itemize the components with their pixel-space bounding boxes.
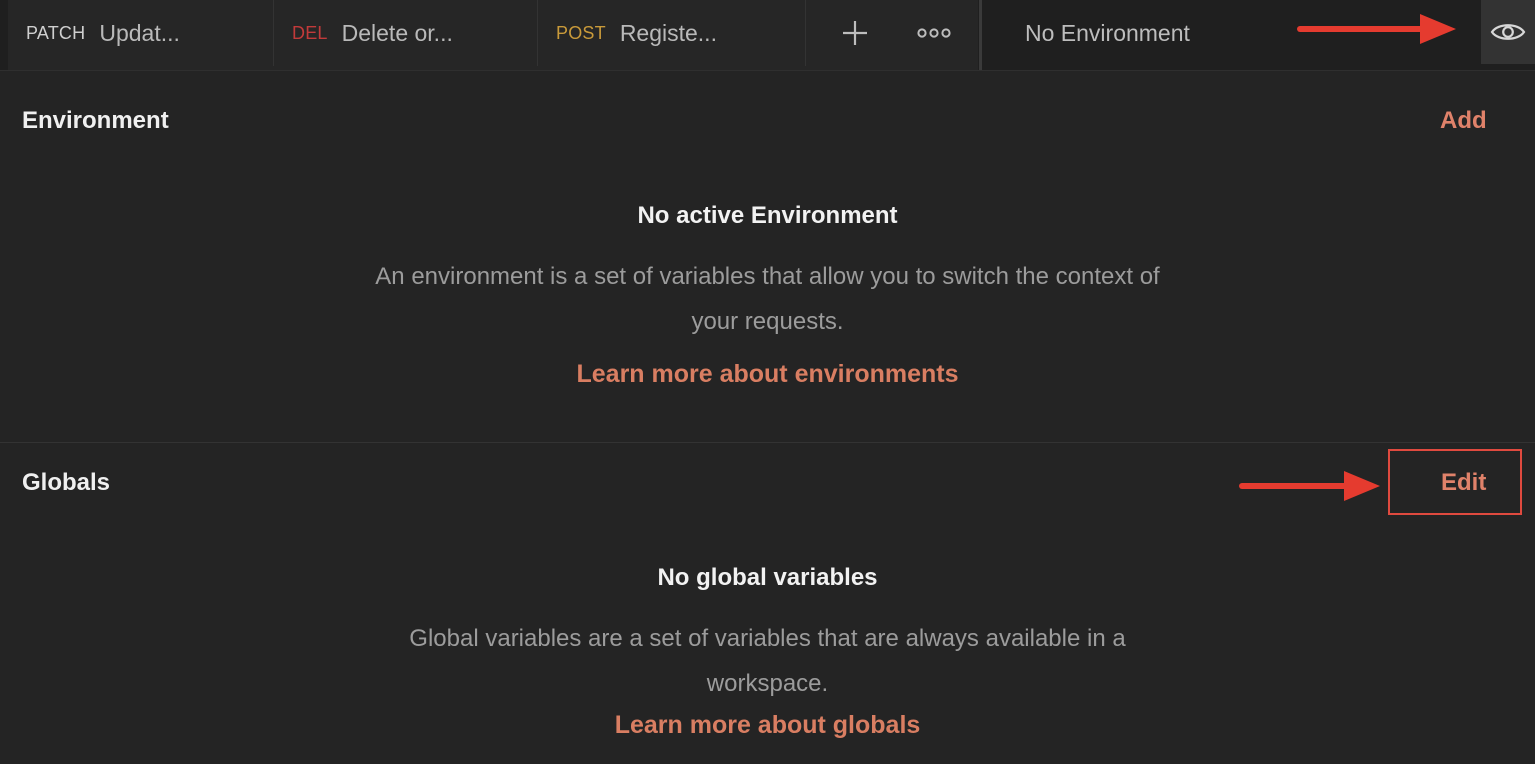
learn-more-globals-link[interactable]: Learn more about globals xyxy=(615,711,921,739)
environment-quick-look-button[interactable] xyxy=(1481,0,1535,64)
no-globals-title: No global variables xyxy=(657,564,878,591)
section-divider xyxy=(0,442,1535,443)
add-environment-button[interactable]: Add xyxy=(1440,107,1487,135)
globals-empty-description: Global variables are a set of variables … xyxy=(409,625,1126,697)
plus-icon xyxy=(843,21,867,45)
learn-more-environments-wrap: Learn more about environments xyxy=(0,360,1535,389)
method-badge: PATCH xyxy=(26,22,86,43)
tab-title: Updat... xyxy=(99,19,180,46)
method-badge: DEL xyxy=(292,22,328,43)
environment-quick-look-panel: PATCH Updat... DEL Delete or... POST Reg… xyxy=(0,0,1535,764)
toolbar-divider xyxy=(979,0,982,70)
environment-empty-description-wrap: An environment is a set of variables tha… xyxy=(0,254,1535,344)
no-environment-title: No active Environment xyxy=(637,202,898,229)
edit-globals-button[interactable]: Edit xyxy=(1441,469,1486,497)
request-tab-delete[interactable]: DEL Delete or... xyxy=(274,0,538,66)
globals-heading: Globals xyxy=(22,469,111,496)
new-tab-button[interactable] xyxy=(830,10,880,56)
more-tabs-button[interactable] xyxy=(904,10,964,56)
tab-title: Registe... xyxy=(619,19,717,46)
ellipsis-icon xyxy=(917,28,951,38)
request-tabs: PATCH Updat... DEL Delete or... POST Reg… xyxy=(8,0,978,70)
globals-empty-description-wrap: Global variables are a set of variables … xyxy=(0,616,1535,706)
method-badge: POST xyxy=(556,22,606,43)
environment-heading: Environment xyxy=(22,107,169,134)
annotation-arrow-icon xyxy=(1297,14,1456,44)
request-tab-patch[interactable]: PATCH Updat... xyxy=(8,0,274,66)
environment-empty-description: An environment is a set of variables tha… xyxy=(375,263,1160,335)
eye-icon xyxy=(1490,24,1526,40)
request-tab-post[interactable]: POST Registe... xyxy=(538,0,806,66)
learn-more-environments-link[interactable]: Learn more about environments xyxy=(576,360,958,388)
annotation-arrow-icon xyxy=(1239,471,1380,501)
learn-more-globals-wrap: Learn more about globals xyxy=(0,711,1535,740)
tab-title: Delete or... xyxy=(341,19,453,46)
environment-selector-label: No Environment xyxy=(1025,19,1190,46)
